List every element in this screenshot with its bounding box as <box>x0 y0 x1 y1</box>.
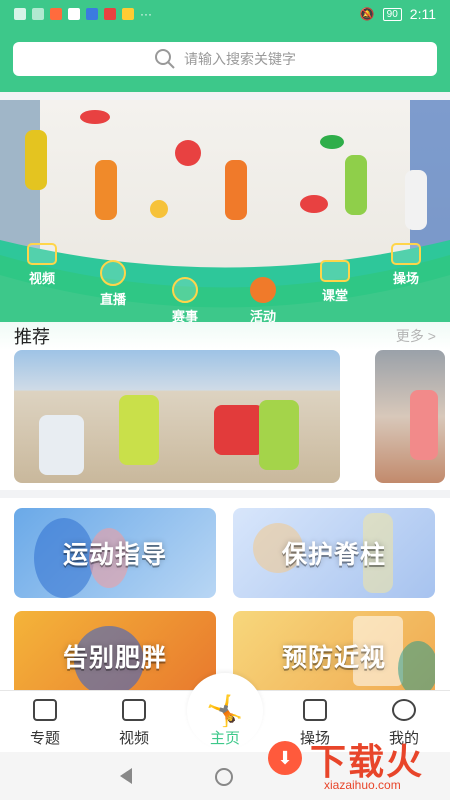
climber <box>95 160 117 220</box>
watermark: ⬇ 下载火 xiazaihuo.com <box>268 733 448 795</box>
banner-carousel[interactable]: 视频 直播 赛事 活动 课堂 操场 <box>0 100 450 330</box>
feature-playground[interactable]: 操场 <box>376 243 436 287</box>
runner <box>119 395 159 465</box>
category-protect-spine[interactable]: 保护脊柱 <box>233 508 435 598</box>
category-sport-guide[interactable]: 运动指导 <box>14 508 216 598</box>
mute-icon: 🔕 <box>359 7 375 21</box>
nav-label: 视频 <box>118 730 149 747</box>
climbing-hold <box>150 200 168 218</box>
feature-label: 课堂 <box>321 288 348 303</box>
playground-icon <box>303 699 327 721</box>
nav-home-label[interactable]: 主页 <box>193 727 257 748</box>
download-logo-icon: ⬇ <box>268 741 302 775</box>
recommend-more-link[interactable]: 更多 > <box>396 326 436 346</box>
feature-label: 视频 <box>28 271 55 286</box>
category-label: 保护脊柱 <box>281 541 386 569</box>
search-input[interactable]: 请输入搜索关键字 <box>13 42 437 76</box>
girl <box>410 390 438 460</box>
search-placeholder: 请输入搜索关键字 <box>184 51 296 67</box>
classroom-icon <box>320 260 350 282</box>
app-icon-3 <box>86 8 98 20</box>
feature-classroom[interactable]: 课堂 <box>305 260 365 304</box>
home-logo-icon: 🤸 <box>206 694 244 728</box>
battery-indicator: 90 <box>382 7 402 21</box>
video-icon <box>27 243 57 265</box>
trophy-icon <box>172 277 198 303</box>
climbing-hold <box>175 140 201 166</box>
clock: 2:11 <box>409 6 436 22</box>
app-icon-1 <box>50 8 62 20</box>
feature-label: 直播 <box>99 292 126 307</box>
recommend-card[interactable] <box>375 350 445 483</box>
category-prevent-myopia[interactable]: 预防近视 <box>233 611 435 701</box>
video-icon <box>122 699 146 721</box>
recommend-header: 推荐 更多 > <box>0 322 450 350</box>
feature-competition[interactable]: 赛事 <box>155 277 215 325</box>
recommend-carousel[interactable] <box>0 350 450 490</box>
search-icon <box>155 49 175 69</box>
nav-label: 专题 <box>29 730 60 747</box>
feature-activity[interactable]: 活动 <box>233 277 293 325</box>
category-label: 告别肥胖 <box>62 644 167 672</box>
runner <box>214 405 264 455</box>
feature-label: 操场 <box>392 271 419 286</box>
climber <box>25 130 47 190</box>
sim-icon <box>14 8 26 20</box>
illustration <box>398 641 435 696</box>
back-icon[interactable] <box>120 768 132 784</box>
climbing-hold <box>80 110 110 124</box>
app-icon-2 <box>68 8 80 20</box>
climbing-hold <box>300 195 328 213</box>
climber <box>225 160 247 220</box>
profile-icon <box>392 699 416 721</box>
feature-video[interactable]: 视频 <box>12 243 72 287</box>
basketball-icon <box>250 277 276 303</box>
topic-icon <box>33 699 57 721</box>
more-notifications: ··· <box>140 7 152 21</box>
live-icon <box>100 260 126 286</box>
nav-label: 主页 <box>209 730 240 747</box>
category-grid: 运动指导 保护脊柱 告别肥胖 预防近视 <box>0 498 450 701</box>
category-label: 运动指导 <box>62 541 167 569</box>
app-icon-4 <box>104 8 116 20</box>
runner <box>259 400 299 470</box>
feature-live[interactable]: 直播 <box>83 260 143 308</box>
app-icon-5 <box>122 8 134 20</box>
status-bar: ··· 🔕 90 2:11 <box>0 0 450 28</box>
climbing-hold <box>320 135 344 149</box>
stand-board <box>39 415 84 475</box>
category-fight-obesity[interactable]: 告别肥胖 <box>14 611 216 701</box>
watermark-sub: xiazaihuo.com <box>324 778 401 792</box>
header: 请输入搜索关键字 <box>0 28 450 92</box>
climber <box>345 155 367 215</box>
recommend-card[interactable] <box>14 350 340 483</box>
recommend-title: 推荐 <box>14 327 50 347</box>
home-circle-icon[interactable] <box>215 768 233 786</box>
category-label: 预防近视 <box>281 644 386 672</box>
nav-video[interactable]: 视频 <box>102 699 166 748</box>
nav-topic[interactable]: 专题 <box>13 699 77 748</box>
playground-icon <box>391 243 421 265</box>
wifi-icon <box>32 8 44 20</box>
